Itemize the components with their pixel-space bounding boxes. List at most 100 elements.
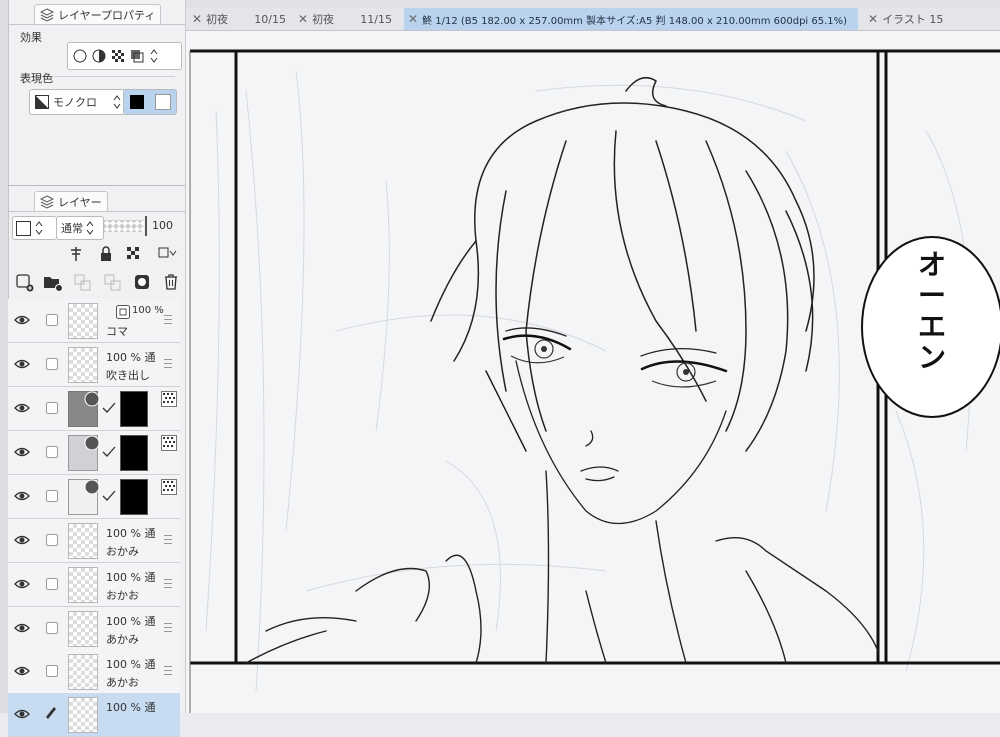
close-icon[interactable]: ✕ [298,12,308,26]
left-panel: レイヤープロパティ 効果 表現色 モノクロ レイヤー 通常 100 100 % … [0,0,186,737]
layer-drag-handle-icon[interactable] [164,535,172,544]
tone-icon [84,479,100,495]
layer-property-icon [40,8,54,22]
layer-opacity: 100 % 通 [106,615,156,628]
effect-scroll-icon[interactable] [149,48,159,64]
effect-label: 効果 [20,31,42,44]
layer-thumbnail [68,611,98,647]
canvas-artwork [186,31,1000,713]
layer-checkbox[interactable] [46,534,58,546]
trash-icon[interactable] [164,274,178,290]
eye-icon[interactable] [14,620,30,636]
layer-name: コマ [106,325,128,338]
doc-tab[interactable]: ✕ イラスト 15 [868,8,988,30]
close-icon[interactable]: ✕ [408,12,418,26]
layer-name: おかお [106,589,139,602]
layer-property-tab[interactable]: レイヤープロパティ [34,4,162,25]
eye-icon[interactable] [14,488,30,504]
mask-toggle-icon[interactable] [158,246,178,262]
doc-tab[interactable]: ✕ 初夜 10/15 [192,8,292,30]
tone-pattern-icon [161,479,177,495]
tone-icon [84,435,100,451]
checkmark-icon [102,490,116,501]
layer-checkbox[interactable] [46,358,58,370]
layer-color-select[interactable] [12,216,57,240]
expression-color-value: モノクロ [53,96,97,109]
tone-pattern-icon [161,391,177,407]
checkmark-icon [102,402,116,413]
new-folder-icon[interactable] [43,274,63,292]
layer-drag-handle-icon[interactable] [164,623,172,632]
new-raster-layer-icon[interactable] [16,274,34,292]
layer-row[interactable]: 100 % 通 おかみ [8,519,180,563]
layer-row[interactable] [8,387,180,431]
layer-drag-handle-icon[interactable] [164,359,172,368]
layer-checkbox[interactable] [46,490,58,502]
pen-icon [46,707,56,719]
tone-icon [84,391,100,407]
layer-row[interactable] [8,475,180,519]
layer-drag-handle-icon[interactable] [164,666,172,675]
layer-mask-thumbnail [120,479,148,515]
black-swatch[interactable] [129,95,144,109]
layer-opacity: 100 % [132,305,164,316]
layer-checkbox[interactable] [46,665,58,677]
close-icon[interactable]: ✕ [868,12,878,26]
opacity-slider[interactable] [104,220,144,232]
doc-tab-active[interactable]: ✕ 鮗 1/12 (B5 182.00 x 257.00mm 製本サイズ:A5 … [404,8,858,30]
texture-effect-icon[interactable] [111,49,125,63]
layer-mask-icon[interactable] [134,274,150,290]
tone-effect-icon[interactable] [92,49,106,63]
layer-checkbox[interactable] [46,578,58,590]
eye-icon[interactable] [14,663,30,679]
layer-row[interactable]: 100 % コマ [8,299,180,343]
layer-row[interactable]: 100 % 通 あかみ [8,607,180,651]
layer-opacity: 100 % 通 [106,527,156,540]
chevron-updown-icon [86,221,94,235]
transfer-layer-icon[interactable] [74,274,92,292]
layer-row-selected[interactable]: 100 % 通 [8,693,180,737]
reference-layer-icon[interactable] [68,246,84,262]
layer-property-tab-label: レイヤープロパティ [58,9,156,22]
frame-folder-icon [116,305,130,319]
layer-color-effect-icon[interactable] [130,49,144,63]
eye-icon[interactable] [14,312,30,328]
blend-mode-value: 通常 [61,222,83,235]
opacity-slider-handle[interactable] [145,216,147,236]
layer-row[interactable]: 100 % 通 おかお [8,563,180,607]
layer-row[interactable] [8,431,180,475]
layer-drag-handle-icon[interactable] [164,315,172,324]
document-tab-bar: ✕ 初夜 10/15 ✕ 初夜 11/15 ✕ 鮗 1/12 (B5 182.0… [186,8,1000,31]
layer-row[interactable]: 100 % 通 あかお [8,650,180,694]
merge-layer-icon[interactable] [104,274,122,292]
blend-mode-select[interactable]: 通常 [56,216,104,240]
doc-tab-name: イラスト 15 [882,13,944,26]
white-swatch[interactable] [154,94,171,110]
layer-opacity: 100 % 通 [106,571,156,584]
eye-icon[interactable] [14,444,30,460]
layer-checkbox[interactable] [46,314,58,326]
opacity-value[interactable]: 100 [152,219,173,232]
border-effect-icon[interactable] [73,49,87,63]
transparency-lock-icon[interactable] [126,246,142,262]
layer-tab[interactable]: レイヤー [34,191,108,212]
layer-checkbox[interactable] [46,622,58,634]
eye-icon[interactable] [14,576,30,592]
eye-icon[interactable] [14,532,30,548]
doc-tab[interactable]: ✕ 初夜 11/15 [298,8,398,30]
close-icon[interactable]: ✕ [192,12,202,26]
layer-drag-handle-icon[interactable] [164,579,172,588]
layer-row[interactable]: 100 % 通 吹き出し [8,343,180,387]
layer-checkbox[interactable] [46,446,58,458]
eye-icon[interactable] [14,400,30,416]
layer-checkbox[interactable] [46,402,58,414]
color-swatches [123,89,177,115]
expression-color-select[interactable]: モノクロ [29,89,126,115]
eye-icon[interactable] [14,706,30,722]
layer-thumbnail [68,697,98,733]
layer-mask-thumbnail [120,391,148,427]
eye-icon[interactable] [14,356,30,372]
lock-icon[interactable] [99,246,113,262]
doc-tab-count: 10/15 [254,12,286,26]
manga-canvas[interactable]: オーエン [186,31,1000,713]
